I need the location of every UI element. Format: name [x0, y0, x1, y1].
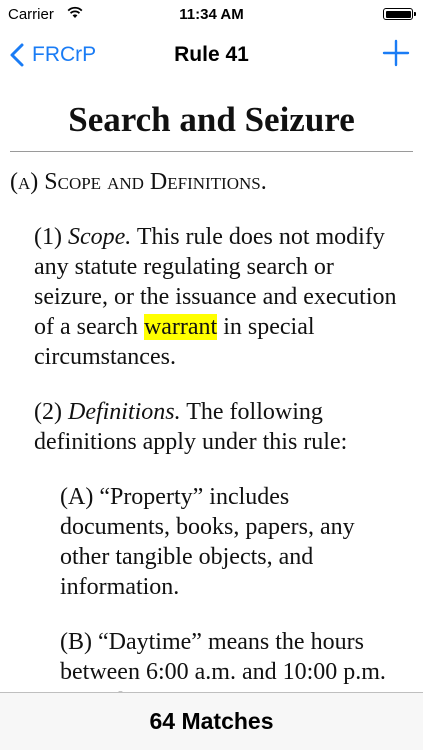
match-count[interactable]: 64 Matches [149, 708, 273, 735]
paragraph-2: (2) Definitions. The following definitio… [34, 397, 409, 457]
navigation-bar: FRCrP Rule 41 [0, 30, 423, 82]
title-divider [10, 151, 413, 152]
page-title: Rule 41 [174, 43, 249, 66]
paragraph-1: (1) Scope. This rule does not modify any… [34, 222, 409, 372]
rule-heading: Search and Seizure [68, 100, 355, 139]
battery-icon [383, 8, 416, 20]
matches-toolbar: 64 Matches [0, 692, 423, 750]
search-match-highlight[interactable]: warrant [143, 314, 218, 340]
paragraph-b: (B) “Daytime” means the hours between 6:… [60, 629, 386, 692]
status-bar: Carrier 11:34 AM [0, 0, 423, 30]
paragraph-1-heading: Scope. [67, 224, 132, 250]
status-time: 11:34 AM [179, 6, 244, 23]
section-a-heading: (a) Scope and Definitions. [10, 169, 267, 195]
paragraph-2-number: (2) [34, 399, 62, 425]
rule-content[interactable]: Search and Seizure (a) Scope and Definit… [0, 82, 423, 692]
paragraph-a: (A) “Property” includes documents, books… [60, 484, 355, 600]
paragraph-1-number: (1) [34, 224, 62, 250]
paragraph-2-heading: Definitions. [67, 399, 181, 425]
plus-icon[interactable] [381, 38, 411, 68]
